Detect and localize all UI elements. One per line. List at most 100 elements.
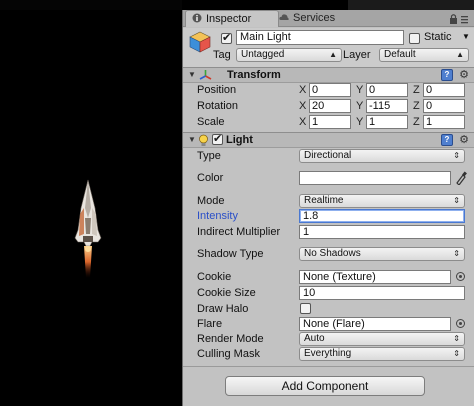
color-swatch[interactable] bbox=[299, 171, 451, 185]
z-axis-label: Z bbox=[413, 100, 420, 112]
help-book-icon[interactable]: ? bbox=[441, 69, 453, 81]
position-x-field[interactable]: 0 bbox=[309, 83, 351, 97]
position-z-field[interactable]: 0 bbox=[423, 83, 465, 97]
render-mode-dropdown[interactable]: Auto ⇕ bbox=[299, 332, 465, 346]
tab-services-label: Services bbox=[293, 12, 336, 24]
chevron-updown-icon: ⇕ bbox=[453, 334, 460, 343]
draw-halo-label: Draw Halo bbox=[197, 303, 249, 315]
divider bbox=[183, 366, 474, 367]
culling-mask-dropdown[interactable]: Everything ⇕ bbox=[299, 347, 465, 361]
shadow-type-value: No Shadows bbox=[304, 248, 361, 259]
rotation-z-field[interactable]: 0 bbox=[423, 99, 465, 113]
layer-dropdown[interactable]: Default ▲︎ bbox=[379, 48, 469, 62]
eyedropper-icon[interactable] bbox=[455, 171, 467, 185]
tag-label: Tag bbox=[213, 49, 231, 61]
type-label: Type bbox=[197, 150, 221, 162]
scale-z-field[interactable]: 1 bbox=[423, 115, 465, 129]
tab-bar: Inspector Services bbox=[183, 10, 474, 27]
y-axis-label: Y bbox=[356, 100, 364, 112]
transform-axes-icon bbox=[199, 70, 212, 80]
light-header[interactable]: ▼ Light ? ⚙︎ bbox=[183, 132, 474, 148]
indirect-multiplier-field[interactable]: 1 bbox=[299, 225, 465, 239]
chevron-updown-icon: ⇕ bbox=[453, 249, 460, 258]
transform-title: Transform bbox=[227, 69, 281, 81]
mode-row: Mode Realtime ⇕ bbox=[183, 194, 474, 209]
chevron-updown-icon: ⇕ bbox=[453, 349, 460, 358]
scene-view[interactable] bbox=[0, 0, 182, 406]
panel-menu-controls[interactable] bbox=[429, 13, 469, 25]
lock-icon bbox=[450, 14, 457, 24]
static-label: Static bbox=[424, 31, 452, 43]
position-label: Position bbox=[197, 84, 237, 96]
type-dropdown[interactable]: Directional ⇕ bbox=[299, 149, 465, 163]
chevron-down-icon: ▲︎ bbox=[456, 50, 464, 59]
rotation-row: Rotation X 20 Y -115 Z 0 bbox=[183, 99, 474, 114]
y-axis-label: Y bbox=[356, 116, 364, 128]
culling-mask-row: Culling Mask Everything ⇕ bbox=[183, 347, 474, 362]
render-mode-label: Render Mode bbox=[197, 333, 264, 345]
culling-mask-label: Culling Mask bbox=[197, 348, 260, 360]
intensity-row: Intensity 1.8 bbox=[183, 209, 474, 224]
active-checkbox[interactable] bbox=[221, 31, 232, 44]
tab-services[interactable]: Services bbox=[273, 10, 347, 27]
z-axis-label: Z bbox=[413, 84, 420, 96]
foldout-arrow-icon[interactable]: ▼ bbox=[188, 70, 196, 79]
tab-inspector[interactable]: Inspector bbox=[185, 10, 279, 27]
chevron-down-icon: ▲︎ bbox=[329, 50, 337, 59]
cookie-size-field[interactable]: 10 bbox=[299, 286, 465, 300]
static-checkbox[interactable] bbox=[409, 33, 420, 44]
spaceship-model bbox=[74, 179, 102, 278]
inspector-panel: Inspector Services Main Light Static ▼ T… bbox=[182, 10, 474, 406]
x-axis-label: X bbox=[299, 116, 307, 128]
light-title: Light bbox=[226, 134, 253, 146]
scale-x-field[interactable]: 1 bbox=[309, 115, 351, 129]
rotation-y-field[interactable]: -115 bbox=[366, 99, 408, 113]
type-row: Type Directional ⇕ bbox=[183, 149, 474, 164]
scale-label: Scale bbox=[197, 116, 225, 128]
intensity-field[interactable]: 1.8 bbox=[299, 209, 465, 223]
light-enabled-checkbox[interactable] bbox=[212, 132, 223, 145]
cookie-label: Cookie bbox=[197, 271, 232, 283]
scale-y-field[interactable]: 1 bbox=[366, 115, 408, 129]
culling-mask-value: Everything bbox=[304, 348, 352, 359]
cloud-icon bbox=[279, 14, 289, 20]
mode-label: Mode bbox=[197, 195, 225, 207]
shadow-type-dropdown[interactable]: No Shadows ⇕ bbox=[299, 247, 465, 261]
rotation-label: Rotation bbox=[197, 100, 238, 112]
tag-dropdown[interactable]: Untagged ▲︎ bbox=[236, 48, 342, 62]
scene-top-bar bbox=[0, 0, 182, 10]
layer-value: Default bbox=[384, 49, 416, 60]
help-book-icon[interactable]: ? bbox=[441, 134, 453, 146]
transform-header[interactable]: ▼ Transform ? ⚙︎ bbox=[183, 67, 474, 83]
flare-row: Flare None (Flare) bbox=[183, 317, 474, 332]
cookie-field[interactable]: None (Texture) bbox=[299, 270, 451, 284]
chevron-updown-icon: ⇕ bbox=[453, 196, 460, 205]
static-dropdown-icon[interactable]: ▼ bbox=[462, 32, 470, 41]
indirect-multiplier-row: Indirect Multiplier 1 bbox=[183, 225, 474, 240]
draw-halo-checkbox[interactable] bbox=[300, 303, 311, 314]
object-picker-icon[interactable] bbox=[456, 319, 465, 328]
scale-row: Scale X 1 Y 1 Z 1 bbox=[183, 115, 474, 130]
tab-inspector-label: Inspector bbox=[206, 13, 252, 25]
flare-field[interactable]: None (Flare) bbox=[299, 317, 451, 331]
object-name-field[interactable]: Main Light bbox=[236, 30, 404, 45]
z-axis-label: Z bbox=[413, 116, 420, 128]
add-component-button[interactable]: Add Component bbox=[225, 376, 425, 396]
shadow-type-label: Shadow Type bbox=[197, 248, 264, 260]
draw-halo-row: Draw Halo bbox=[183, 302, 474, 317]
position-y-field[interactable]: 0 bbox=[366, 83, 408, 97]
gear-icon[interactable]: ⚙︎ bbox=[459, 133, 469, 146]
cookie-row: Cookie None (Texture) bbox=[183, 270, 474, 285]
mode-dropdown[interactable]: Realtime ⇕ bbox=[299, 194, 465, 208]
color-row: Color bbox=[183, 171, 474, 186]
foldout-arrow-icon[interactable]: ▼ bbox=[188, 135, 196, 144]
render-mode-value: Auto bbox=[304, 333, 325, 344]
object-picker-icon[interactable] bbox=[456, 272, 465, 281]
cookie-size-row: Cookie Size 10 bbox=[183, 286, 474, 301]
position-row: Position X 0 Y 0 Z 0 bbox=[183, 83, 474, 98]
flare-label: Flare bbox=[197, 318, 223, 330]
rotation-x-field[interactable]: 20 bbox=[309, 99, 351, 113]
gear-icon[interactable]: ⚙︎ bbox=[459, 68, 469, 81]
chevron-updown-icon: ⇕ bbox=[453, 151, 460, 160]
render-mode-row: Render Mode Auto ⇕ bbox=[183, 332, 474, 347]
